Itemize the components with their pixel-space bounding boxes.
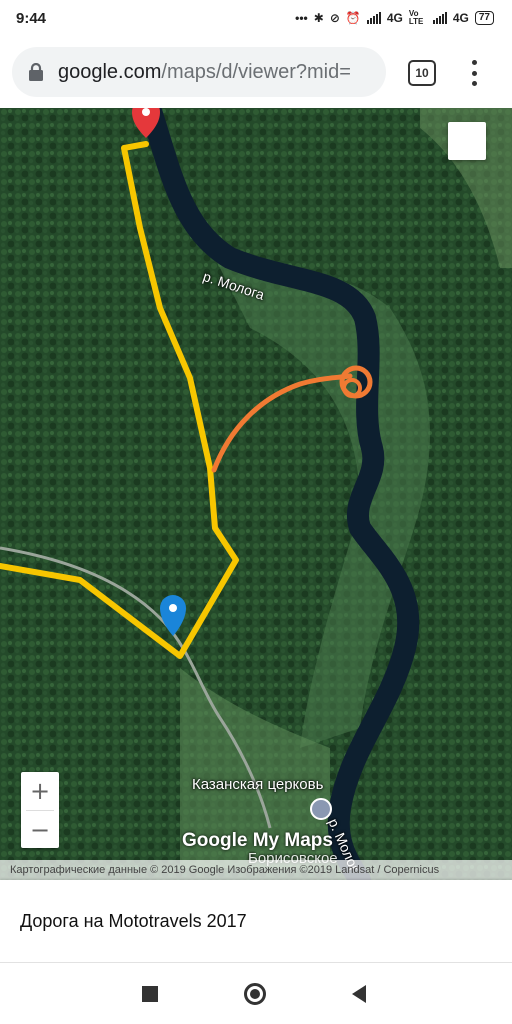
- map-attribution: Картографические данные © 2019 Google Из…: [0, 860, 512, 880]
- church-poi-icon[interactable]: [310, 798, 332, 820]
- bluetooth-icon: ✱: [313, 11, 324, 25]
- browser-toolbar: google.com/maps/d/viewer?mid= 10: [0, 36, 512, 108]
- url-path: /maps/d/viewer?mid=: [161, 60, 351, 83]
- tab-switcher-button[interactable]: 10: [408, 60, 436, 86]
- address-bar[interactable]: google.com/maps/d/viewer?mid=: [12, 47, 386, 97]
- network-type-2: 4G: [452, 11, 469, 25]
- signal-icon-2: [432, 12, 447, 24]
- signal-icon: [366, 12, 381, 24]
- status-time: 9:44: [16, 9, 47, 27]
- status-icons: ••• ✱ ⊘ ⏰ 4G Vo LTE 4G 77: [295, 10, 494, 26]
- back-button[interactable]: [352, 985, 366, 1003]
- network-type-1: 4G: [386, 11, 403, 25]
- notification-dots: •••: [295, 11, 308, 25]
- zoom-in-button[interactable]: +: [21, 772, 59, 810]
- lock-icon: [29, 63, 43, 81]
- zoom-control: + −: [21, 772, 59, 848]
- satellite-imagery: [0, 108, 512, 880]
- alarm-icon: ⏰: [345, 11, 361, 25]
- church-label: Казанская церковь: [192, 776, 324, 793]
- battery-icon: 77: [474, 11, 494, 25]
- map-title: Дорога на Mototravels 2017: [20, 910, 247, 931]
- map-view[interactable]: р. Молога р. Молог Казанская церковь Бор…: [0, 108, 512, 880]
- zoom-out-button[interactable]: −: [21, 811, 59, 849]
- status-bar: 9:44 ••• ✱ ⊘ ⏰ 4G Vo LTE 4G 77: [0, 0, 512, 36]
- google-mymaps-logo: Google My Maps: [182, 830, 333, 851]
- url-host: google.com: [58, 60, 162, 83]
- mute-icon: ⊘: [329, 11, 340, 25]
- recents-button[interactable]: [142, 986, 158, 1002]
- url-text: google.com/maps/d/viewer?mid=: [58, 61, 351, 84]
- system-nav-bar: [0, 962, 512, 1024]
- home-button[interactable]: [244, 983, 266, 1005]
- volte-icon: Vo LTE: [408, 9, 424, 26]
- map-title-panel[interactable]: Дорога на Mototravels 2017: [0, 880, 512, 962]
- more-options-button[interactable]: [466, 58, 482, 88]
- fullscreen-button[interactable]: [448, 122, 486, 160]
